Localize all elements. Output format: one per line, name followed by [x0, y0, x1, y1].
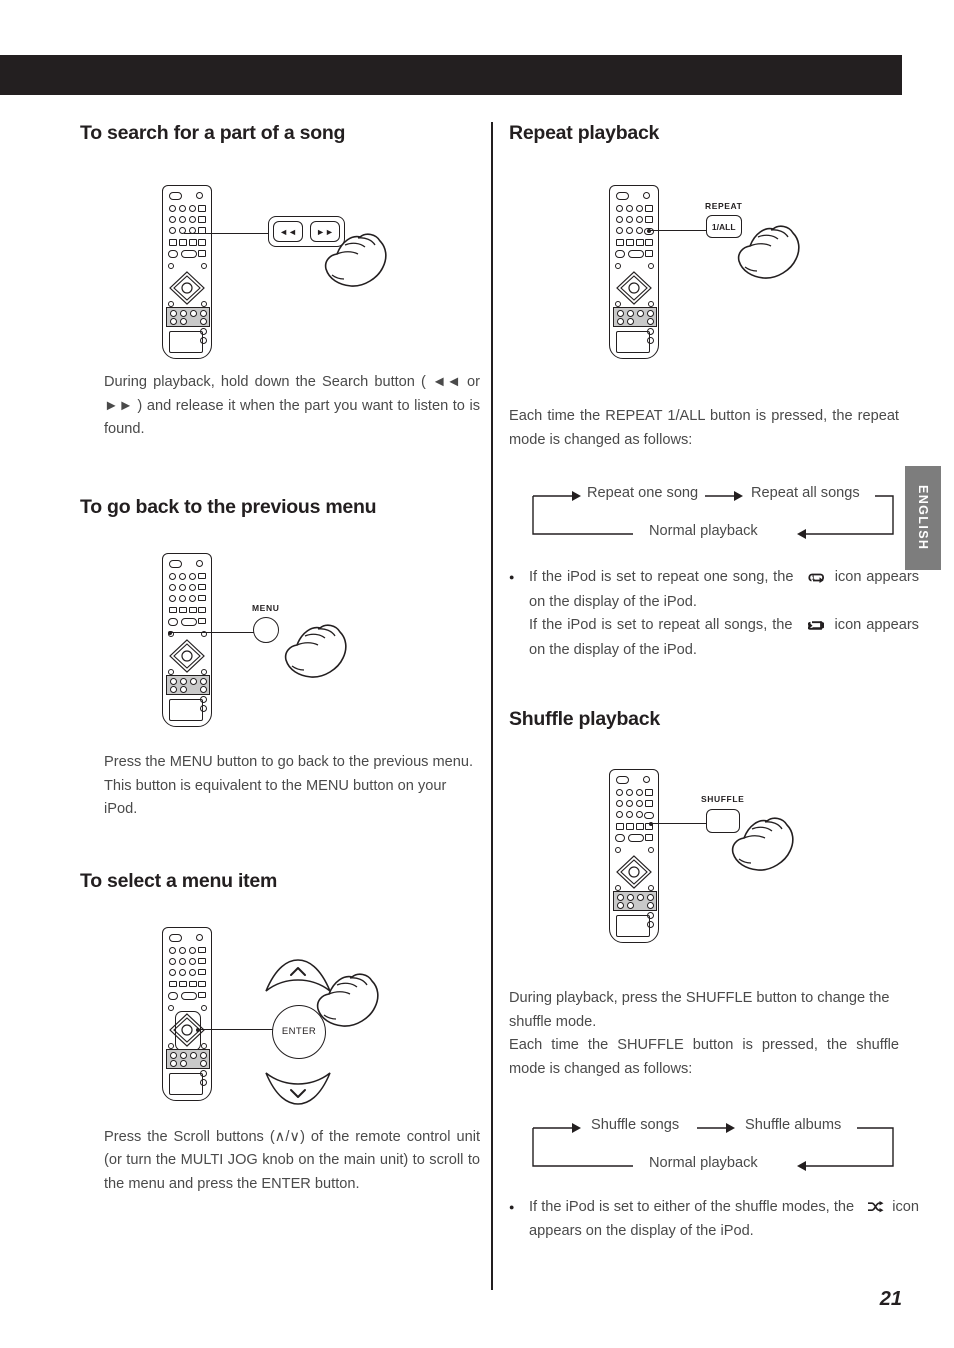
heading-shuffle-playback: Shuffle playback: [509, 708, 660, 731]
paragraph-search-instructions: During playback, hold down the Search bu…: [104, 374, 480, 438]
callout-menu-button: MENU: [252, 603, 279, 643]
paragraph-menu-line1: Press the MENU button to go back to the …: [104, 753, 474, 770]
flow-step-repeat-one: Repeat one song: [587, 485, 699, 502]
flow-step-shuffle-albums: Shuffle albums: [745, 1116, 842, 1133]
figure-search-buttons: ◄◄ ►►: [80, 177, 480, 373]
figure-menu-button: MENU: [80, 547, 480, 751]
shuffle-icon: [858, 1199, 888, 1216]
menu-button[interactable]: [252, 616, 279, 643]
heading-repeat-playback: Repeat playback: [509, 122, 660, 144]
flow-step-repeat-all: Repeat all songs: [751, 485, 860, 502]
left-column: To search for a part of a song ◄◄ ►► Dur…: [80, 122, 480, 1197]
language-tab-label: ENGLISH: [916, 485, 930, 551]
heading-go-back-previous-menu: To go back to the previous menu: [80, 495, 377, 518]
note-repeat-icons: If the iPod is set to repeat one song, t…: [509, 566, 919, 662]
callout-label-shuffle: SHUFFLE: [701, 794, 745, 805]
figure-enter-scroll-buttons: ENTER: [80, 921, 480, 1126]
pointing-hand-icon: [737, 225, 800, 279]
repeat-all-icon: [797, 617, 829, 634]
note-repeat-one-before: If the iPod is set to repeat one song, t…: [529, 569, 794, 586]
paragraph-menu-line2: This button is equivalent to the MENU bu…: [104, 777, 447, 818]
repeat-one-icon: 1: [798, 569, 830, 586]
paragraph-repeat-instructions: Each time the REPEAT 1/ALL button is pre…: [509, 408, 899, 448]
callout-label-menu: MENU: [252, 602, 280, 613]
paragraph-shuffle-line2: Each time the SHUFFLE button is pressed,…: [509, 1037, 899, 1078]
heading-search-part-of-song: To search for a part of a song: [80, 122, 346, 144]
figure-repeat-button: REPEAT 1/ALL: [509, 177, 904, 405]
repeat-mode-flow-diagram: Repeat one song Repeat all songs Normal …: [527, 474, 899, 546]
pointing-hand-icon: [316, 973, 379, 1027]
remote-control-illustration: [162, 926, 212, 1101]
scroll-down-button[interactable]: [264, 1071, 332, 1105]
enter-button-label: ENTER: [281, 1026, 317, 1038]
page-number: 21: [879, 1288, 902, 1310]
note-repeat-all-before: If the iPod is set to repeat all songs, …: [529, 617, 793, 634]
leader-line: [170, 631, 264, 634]
pointing-hand-icon: [284, 624, 347, 678]
svg-text:1: 1: [812, 576, 815, 582]
leader-line: [184, 233, 270, 235]
pointing-hand-icon: [731, 817, 794, 871]
flow-step-shuffle-songs: Shuffle songs: [591, 1116, 680, 1133]
remote-control-illustration: [162, 552, 212, 727]
remote-control-illustration: [609, 769, 659, 944]
right-column: Repeat playback REPEAT 1/ALL Each time t…: [509, 122, 919, 1244]
paragraph-select-menu-instructions: Press the Scroll buttons (∧/∨) of the re…: [104, 1128, 480, 1193]
note-shuffle-before: If the iPod is set to either of the shuf…: [529, 1198, 855, 1215]
paragraph-shuffle-line1: During playback, press the SHUFFLE butto…: [509, 990, 890, 1030]
column-divider: [491, 122, 493, 1290]
flow-step-normal-playback: Normal playback: [649, 523, 758, 540]
shuffle-mode-flow-diagram: Shuffle songs Shuffle albums Normal play…: [527, 1106, 899, 1178]
remote-control-illustration: [162, 185, 212, 359]
search-back-button[interactable]: ◄◄: [273, 221, 303, 242]
remote-control-illustration: [609, 185, 659, 359]
pointing-hand-icon: [324, 233, 387, 287]
heading-select-menu-item: To select a menu item: [80, 869, 278, 892]
language-tab: ENGLISH: [905, 466, 941, 570]
leader-line: [198, 1028, 274, 1031]
note-shuffle-icon: If the iPod is set to either of the shuf…: [509, 1196, 919, 1244]
callout-label-repeat: REPEAT: [705, 201, 743, 211]
flow-step-normal-playback: Normal playback: [649, 1154, 758, 1171]
figure-shuffle-button: SHUFFLE: [509, 761, 904, 987]
top-black-banner: [0, 55, 902, 95]
leader-line: [649, 230, 711, 232]
